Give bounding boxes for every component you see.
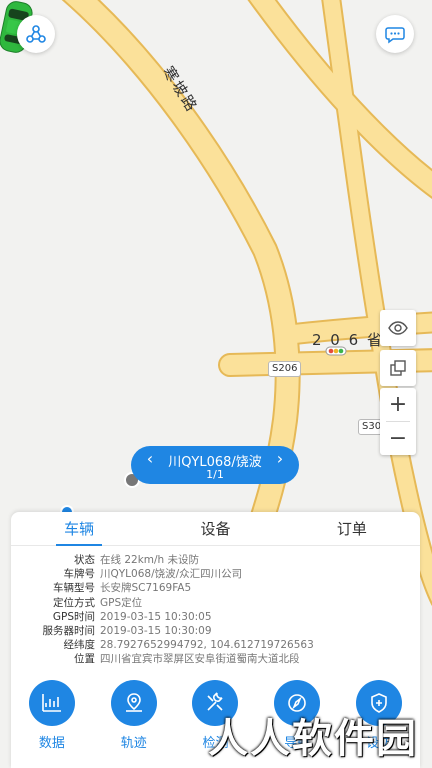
eye-icon [388, 321, 408, 335]
bubble-page: 1/1 [206, 468, 224, 481]
message-button[interactable] [376, 15, 414, 53]
track-label: 轨迹 [120, 736, 147, 751]
detail-row: 位置 四川省宜宾市翠屏区安阜街道蜀南大道北段 [11, 652, 420, 666]
data-label: 数据 [38, 736, 65, 751]
zoom-out-button[interactable]: − [380, 422, 416, 455]
road-shield: S206 [268, 361, 302, 377]
road-label: 2 0 6 省 [312, 331, 384, 349]
next-vehicle-button[interactable]: › [269, 449, 291, 468]
detail-row: GPS时间 2019-03-15 10:30:05 [11, 610, 420, 624]
tab-vehicle[interactable]: 车辆 [11, 512, 147, 546]
tab-orders[interactable]: 订单 [284, 512, 420, 545]
route-icon [110, 680, 157, 726]
detail-key: GPS时间 [52, 610, 95, 623]
detail-value: 川QYL068/饶波/众汇四川公司 [100, 568, 243, 581]
zoom-in-button[interactable]: + [380, 388, 416, 421]
detail-value: 2019-03-15 10:30:05 [100, 610, 212, 623]
layers-button[interactable] [380, 350, 416, 386]
detail-value: 在线 22km/h 未设防 [100, 554, 200, 566]
zoom-control: + − [380, 388, 416, 455]
detail-key: 位置 [74, 653, 95, 666]
detail-value: 四川省宜宾市翠屏区安阜街道蜀南大道北段 [100, 653, 300, 666]
detail-key: 服务器时间 [42, 624, 96, 637]
detail-key: 经纬度 [63, 639, 96, 652]
detail-value: GPS定位 [100, 596, 143, 609]
detail-row: 车牌号 川QYL068/饶波/众汇四川公司 [11, 567, 420, 581]
data-button[interactable]: 数据 [11, 680, 93, 751]
detail-row: 定位方式 GPS定位 [11, 596, 420, 610]
vehicle-bubble[interactable]: ‹ 川QYL068/饶波 1/1 › [131, 446, 299, 484]
chat-icon [385, 27, 405, 44]
detail-row: 服务器时间 2019-03-15 10:30:09 [11, 624, 420, 638]
watermark: 人人软件园 [208, 716, 418, 762]
detail-row: 状态 在线 22km/h 未设防 [11, 553, 420, 567]
detail-value: 2019-03-15 10:30:09 [100, 624, 212, 637]
detail-value: 长安牌SC7169FA5 [100, 582, 192, 595]
detail-row: 经纬度 28.7927652994792, 104.612719726563 [11, 638, 420, 652]
network-icon [26, 25, 46, 43]
detail-key: 定位方式 [53, 596, 95, 609]
detail-key: 状态 [74, 554, 95, 566]
share-button[interactable] [17, 15, 55, 53]
locate-button[interactable] [380, 310, 416, 346]
layers-icon [390, 360, 406, 376]
info-tabs: 车辆 设备 订单 [11, 512, 420, 546]
track-button[interactable]: 轨迹 [93, 680, 175, 751]
tab-device[interactable]: 设备 [147, 512, 283, 545]
detail-key: 车辆型号 [53, 582, 95, 595]
detail-row: 车辆型号 长安牌SC7169FA5 [11, 581, 420, 595]
detail-list: 状态 在线 22km/h 未设防 车牌号 川QYL068/饶波/众汇四川公司 车辆型… [11, 546, 420, 667]
detail-value: 28.7927652994792, 104.612719726563 [100, 639, 314, 652]
detail-key: 车牌号 [63, 568, 96, 581]
chart-icon [28, 680, 75, 726]
